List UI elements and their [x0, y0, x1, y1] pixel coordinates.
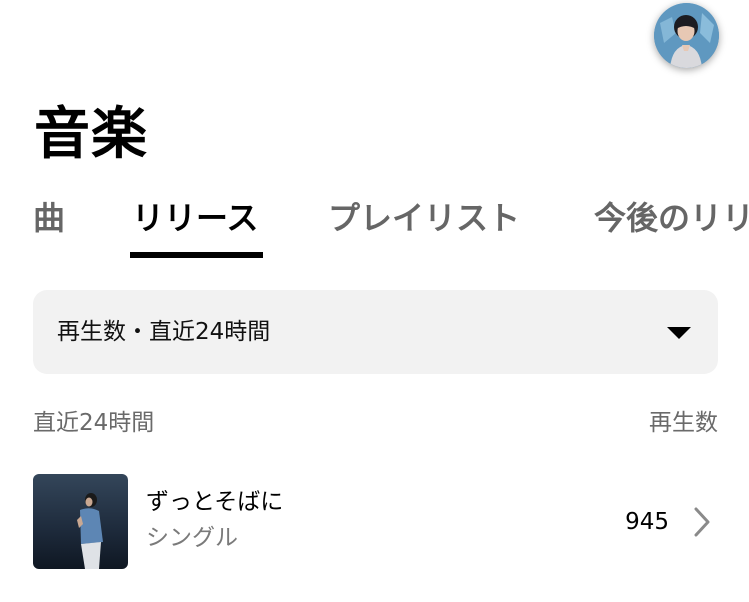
- tab-bar: 曲 リリース プレイリスト 今後のリリース: [0, 196, 749, 258]
- tab-songs[interactable]: 曲: [33, 196, 65, 240]
- chevron-right-icon: [694, 507, 710, 537]
- profile-photo: [654, 3, 719, 68]
- release-title: ずっとそばに: [146, 489, 284, 515]
- sort-filter-dropdown[interactable]: 再生数・直近24時間: [33, 290, 718, 374]
- page-title: 音楽: [34, 102, 148, 167]
- release-play-count: 945: [625, 509, 669, 535]
- release-row[interactable]: ずっとそばに シングル 945: [0, 470, 749, 574]
- profile-avatar[interactable]: [654, 3, 719, 68]
- active-tab-indicator: [130, 252, 263, 258]
- list-period-header: 直近24時間: [33, 410, 155, 436]
- list-plays-header: 再生数: [649, 410, 718, 436]
- caret-down-icon: [667, 327, 691, 339]
- tab-upcoming-releases[interactable]: 今後のリリース: [594, 196, 749, 240]
- sort-filter-label: 再生数・直近24時間: [57, 319, 271, 345]
- tab-playlists[interactable]: プレイリスト: [328, 196, 520, 240]
- release-cover-art: [33, 474, 128, 569]
- release-type: シングル: [146, 525, 238, 551]
- tab-releases[interactable]: リリース: [132, 196, 258, 240]
